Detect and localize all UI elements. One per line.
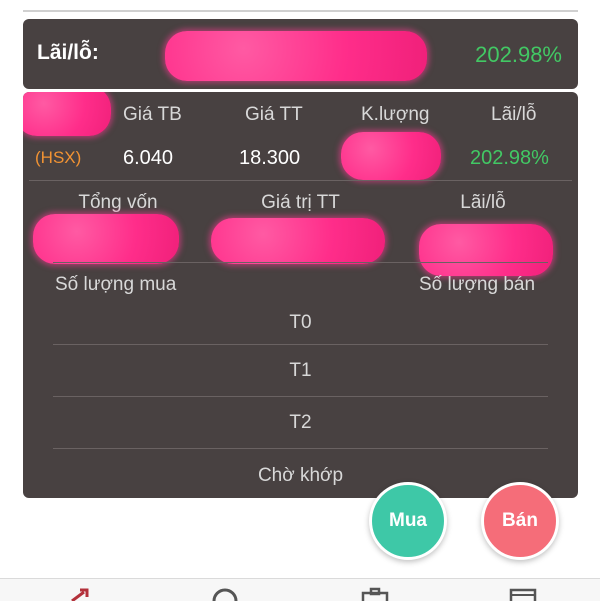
- row-divider: [53, 448, 548, 449]
- sell-button[interactable]: Bán: [481, 482, 559, 560]
- exchange-label: (HSX): [35, 148, 82, 167]
- sell-quantity-label: Số lượng bán: [419, 274, 536, 295]
- row-divider: [53, 262, 548, 263]
- trend-arrow-icon[interactable]: [68, 587, 98, 601]
- market-value-header: Giá trị TT: [261, 192, 340, 213]
- pnl-header: Lãi/lỗ: [491, 104, 537, 125]
- redacted-volume: [341, 132, 441, 180]
- row-divider: [53, 396, 548, 397]
- pnl-summary-panel: Lãi/lỗ: 202.98%: [23, 19, 578, 89]
- total-capital-header: Tổng vốn: [78, 192, 158, 213]
- position-panel: Giá TB Giá TT K.lượng Lãi/lỗ (HSX) 6.040…: [23, 92, 578, 498]
- buy-button[interactable]: Mua: [369, 482, 447, 560]
- totals-pnl-header: Lãi/lỗ: [460, 192, 506, 213]
- buy-quantity-label: Số lượng mua: [55, 274, 177, 295]
- pnl-value: 202.98%: [470, 147, 549, 169]
- top-divider: [23, 10, 578, 12]
- redacted-market-value: [211, 218, 385, 264]
- redacted-stock-value: [165, 31, 427, 81]
- t2-row-label: T2: [289, 412, 312, 433]
- briefcase-icon[interactable]: [360, 587, 390, 601]
- t0-row-label: T0: [289, 312, 312, 333]
- row-divider: [29, 180, 572, 181]
- volume-header: K.lượng: [361, 104, 430, 125]
- redacted-ticker: [23, 92, 111, 136]
- clock-icon[interactable]: [210, 587, 240, 601]
- pending-row-label: Chờ khớp: [257, 465, 344, 486]
- card-icon[interactable]: [508, 587, 538, 601]
- redacted-total-capital: [33, 214, 179, 264]
- pnl-summary-value: 202.98%: [475, 42, 562, 67]
- market-price-header: Giá TT: [245, 104, 303, 125]
- avg-price-header: Giá TB: [123, 104, 182, 125]
- row-divider: [53, 344, 548, 345]
- bottom-tab-bar: [0, 578, 600, 601]
- t1-row-label: T1: [289, 360, 312, 381]
- market-price-value: 18.300: [239, 147, 301, 169]
- avg-price-value: 6.040: [123, 147, 174, 169]
- sell-button-label: Bán: [502, 510, 538, 531]
- buy-button-label: Mua: [389, 510, 427, 531]
- pnl-summary-label: Lãi/lỗ:: [37, 41, 99, 64]
- redacted-totals-pnl: [419, 224, 553, 276]
